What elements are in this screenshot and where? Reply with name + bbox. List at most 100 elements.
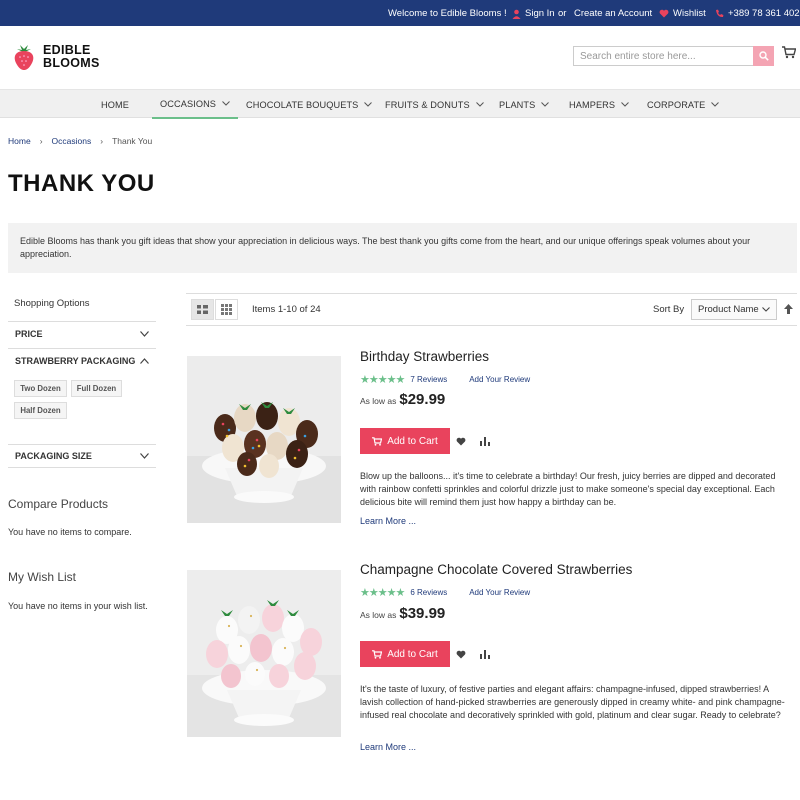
wishlist-label: Wishlist (673, 8, 706, 19)
nav-corporate-label: CORPORATE (647, 99, 706, 110)
add-to-cart-button[interactable]: Add to Cart (360, 428, 450, 454)
strawberry-logo-icon[interactable] (11, 42, 37, 70)
wish-list-title: My Wish List (8, 570, 77, 584)
rating-stars-icon: ★★★★★ (360, 374, 405, 386)
chevron-down-icon (711, 102, 720, 107)
add-to-compare-icon[interactable] (480, 437, 490, 446)
reviews-link[interactable]: 6 Reviews (410, 588, 447, 597)
learn-more-link[interactable]: Learn More ... (360, 742, 416, 752)
breadcrumb-occasions[interactable]: Occasions (52, 136, 92, 146)
page-title: THANK YOU (8, 170, 155, 197)
phone-icon (716, 9, 724, 18)
search-input[interactable] (573, 46, 754, 66)
price-value: $39.99 (399, 605, 446, 622)
list-mode-button[interactable] (215, 299, 238, 320)
price-value: $29.99 (399, 391, 446, 408)
top-bar: Welcome to Edible Blooms ! Sign In or Cr… (0, 0, 800, 26)
learn-more-link[interactable]: Learn More ... (360, 516, 416, 526)
swatch-half-dozen[interactable]: Half Dozen (14, 402, 67, 419)
nav-hampers-label: HAMPERS (569, 99, 616, 110)
nav-home[interactable]: HOME (101, 90, 129, 119)
product-rating: ★★★★★ 6 Reviews Add Your Review (360, 586, 530, 599)
chevron-down-icon (621, 102, 629, 107)
breadcrumb: Home › Occasions › Thank You (8, 136, 152, 146)
filter-price[interactable]: PRICE (8, 321, 156, 345)
filter-packaging-label: STRAWBERRY PACKAGING (15, 355, 136, 366)
price-label: As low as (360, 610, 397, 620)
filter-strawberry-packaging[interactable]: STRAWBERRY PACKAGING (8, 348, 156, 372)
breadcrumb-separator: › (39, 136, 43, 146)
compare-products-title: Compare Products (8, 497, 109, 511)
logo-text[interactable]: EDIBLE BLOOMS (43, 44, 100, 70)
compare-empty-note: You have no items to compare. (8, 527, 132, 537)
nav-plants-label: PLANTS (499, 99, 536, 110)
chevron-down-icon (541, 102, 550, 107)
add-to-cart-button[interactable]: Add to Cart (360, 641, 450, 667)
rating-stars-icon: ★★★★★ (360, 587, 405, 599)
heart-icon (659, 9, 669, 18)
product-image-champagne-strawberries[interactable] (187, 570, 341, 737)
add-to-cart-label: Add to Cart (387, 648, 438, 660)
swatch-full-dozen[interactable]: Full Dozen (71, 380, 122, 397)
chevron-down-icon (140, 453, 149, 459)
breadcrumb-current: Thank You (112, 136, 153, 146)
sign-in-link[interactable]: Sign In (512, 8, 555, 19)
price-label: As low as (360, 396, 397, 406)
cart-icon[interactable] (782, 46, 796, 59)
nav-occasions-label: OCCASIONS (160, 98, 217, 109)
breadcrumb-home[interactable]: Home (8, 136, 31, 146)
main-nav: HOME OCCASIONS CHOCOLATE BOUQUETS FRUITS… (0, 89, 800, 119)
product-image-birthday-strawberries[interactable] (187, 356, 341, 523)
create-account-link[interactable]: Create an Account (574, 8, 652, 19)
reviews-link[interactable]: 7 Reviews (410, 375, 447, 384)
sort-by-label: Sort By (653, 304, 685, 315)
grid-icon (197, 305, 208, 314)
search-icon (758, 51, 769, 61)
product-rating: ★★★★★ 7 Reviews Add Your Review (360, 373, 530, 386)
search-button[interactable] (753, 46, 774, 66)
add-review-link[interactable]: Add Your Review (469, 588, 530, 597)
add-to-wishlist-heart-icon[interactable] (456, 650, 466, 659)
welcome-text: Welcome to Edible Blooms ! (388, 8, 507, 19)
sort-by-value: Product Name (698, 304, 759, 315)
swatch-two-dozen[interactable]: Two Dozen (14, 380, 67, 397)
nav-fruits-donuts[interactable]: FRUITS & DONUTS (385, 90, 484, 119)
nav-plants[interactable]: PLANTS (499, 90, 550, 119)
sort-direction-arrow-icon[interactable] (784, 304, 793, 314)
nav-hampers[interactable]: HAMPERS (569, 90, 629, 119)
grid-mode-button[interactable] (191, 299, 214, 320)
filter-packaging-size[interactable]: PACKAGING SIZE (8, 444, 156, 468)
sort-by-select[interactable]: Product Name (691, 299, 777, 320)
add-to-wishlist-heart-icon[interactable] (456, 437, 466, 446)
list-icon (221, 304, 232, 315)
user-icon (512, 9, 521, 19)
champagne-strawberries-photo (187, 570, 341, 737)
nav-corporate[interactable]: CORPORATE (647, 90, 720, 119)
product-name-link[interactable]: Birthday Strawberries (360, 349, 489, 364)
chevron-up-icon (140, 357, 149, 364)
wishlist-link[interactable]: Wishlist (659, 8, 706, 19)
add-to-compare-icon[interactable] (480, 650, 490, 659)
chevron-down-icon (222, 101, 230, 106)
product-price: As low as $29.99 (360, 391, 445, 408)
product-price: As low as $39.99 (360, 605, 445, 622)
nav-chocolate-bouquets[interactable]: CHOCOLATE BOUQUETS (246, 90, 373, 119)
add-review-link[interactable]: Add Your Review (469, 375, 530, 384)
nav-fruits-donuts-label: FRUITS & DONUTS (385, 99, 470, 110)
chevron-down-icon (762, 307, 770, 312)
add-to-cart-label: Add to Cart (387, 435, 438, 447)
nav-occasions[interactable]: OCCASIONS (152, 90, 239, 119)
toolbar-amount: Items 1-10 of 24 (252, 304, 321, 315)
nav-chocolate-bouquets-label: CHOCOLATE BOUQUETS (246, 99, 359, 110)
phone-number: +389 78 361 402 (728, 8, 800, 19)
sign-in-label: Sign In (525, 8, 555, 19)
product-description: Blow up the balloons... it's time to cel… (360, 471, 776, 507)
phone-link[interactable]: +389 78 361 402 (715, 8, 800, 19)
or-text: or (558, 8, 567, 19)
category-description: Edible Blooms has thank you gift ideas t… (8, 223, 797, 273)
chevron-down-icon (475, 102, 484, 107)
birthday-strawberries-photo (187, 356, 341, 523)
breadcrumb-separator: › (100, 136, 104, 146)
chevron-down-icon (364, 102, 373, 107)
product-name-link[interactable]: Champagne Chocolate Covered Strawberries (360, 562, 632, 577)
